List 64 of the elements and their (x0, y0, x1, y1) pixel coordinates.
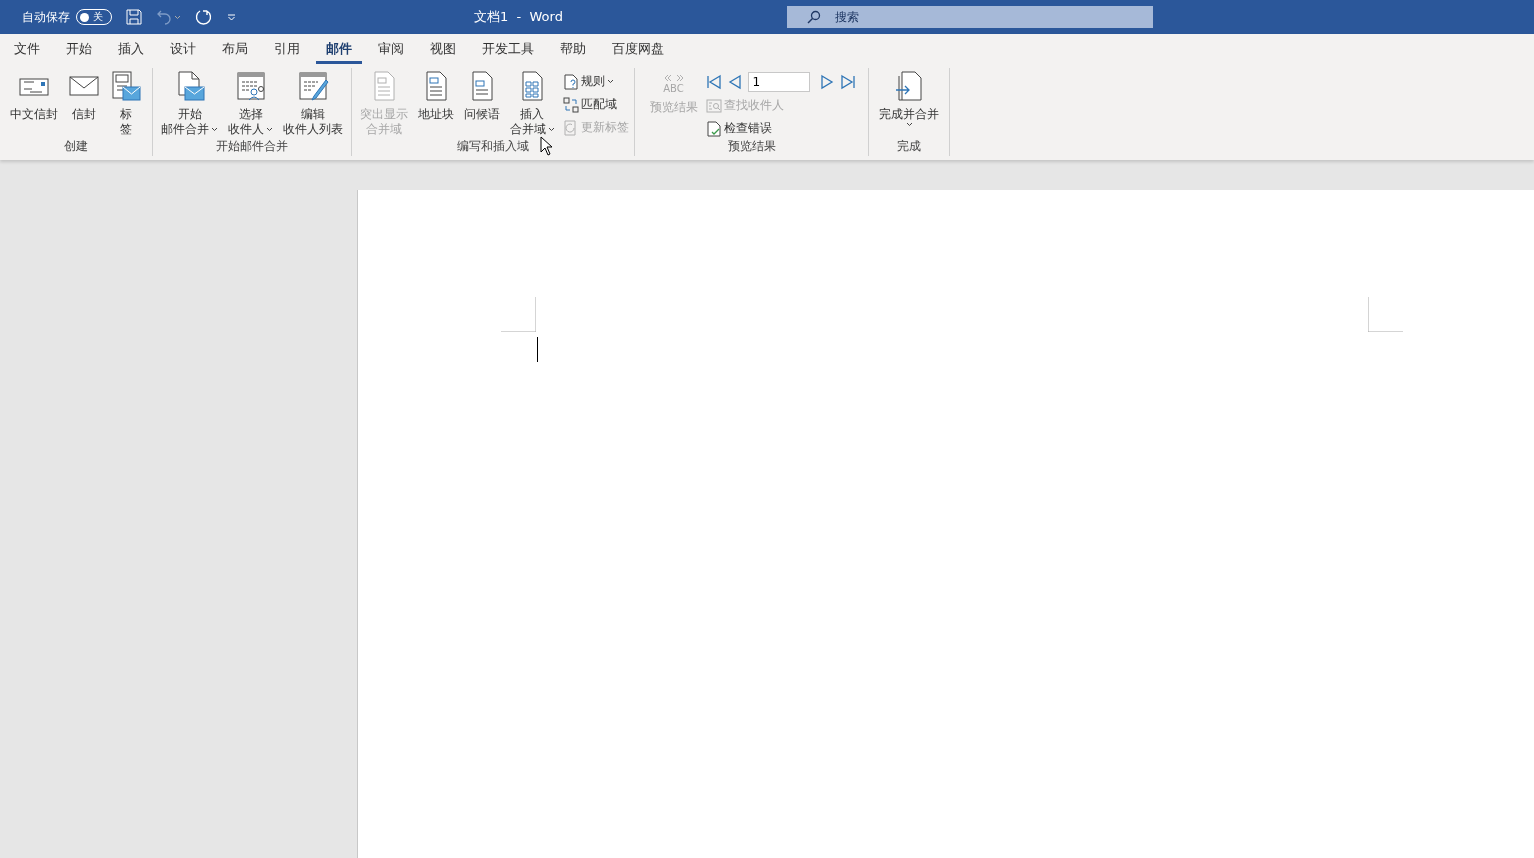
ribbon-tab[interactable]: 开始 (56, 34, 102, 64)
search-field[interactable]: 搜索 (787, 6, 1153, 28)
redo-button[interactable] (195, 8, 213, 26)
search-list-icon (705, 97, 722, 114)
ribbon-button[interactable]: 中文信封 (8, 68, 60, 138)
ribbon-button[interactable]: 编辑 收件人列表 (281, 68, 345, 138)
previous-record-icon (727, 74, 742, 90)
ribbon-tab[interactable]: 视图 (420, 34, 466, 64)
group-label: 开始邮件合并 (216, 139, 288, 153)
ribbon-tab[interactable]: 帮助 (550, 34, 596, 64)
previous-record-button[interactable] (727, 74, 742, 90)
mouse-pointer-icon (540, 136, 554, 156)
text-cursor (537, 337, 538, 362)
customize-icon (227, 13, 236, 21)
last-record-icon (839, 74, 856, 90)
save-icon (126, 9, 142, 25)
ribbon-button[interactable]: 地址块 (415, 68, 456, 138)
margin-corner-mark (1368, 297, 1403, 332)
next-record-icon (819, 74, 834, 90)
ribbon-tab[interactable]: 插入 (108, 34, 154, 64)
record-number-field[interactable]: 1 (747, 72, 810, 92)
ribbon-tab[interactable]: 设计 (160, 34, 206, 64)
group-label: 完成 (897, 139, 921, 153)
list-person-icon (234, 70, 267, 102)
document-question-icon (562, 73, 579, 90)
document-check-icon (705, 120, 722, 137)
autosave-label: 自动保存 (22, 8, 70, 26)
list-pencil-icon (297, 70, 329, 102)
label-sheet-icon (110, 70, 142, 102)
swap-arrows-icon (562, 96, 579, 113)
undo-icon (156, 9, 172, 25)
document-arrow-icon (893, 70, 925, 102)
group-label: 预览结果 (727, 139, 776, 153)
ribbon-tab[interactable]: 引用 (264, 34, 310, 64)
redo-icon (195, 8, 213, 26)
margin-corner-mark (501, 297, 536, 332)
ribbon-button[interactable]: 规则 (562, 72, 629, 91)
ribbon-tab[interactable]: 开发工具 (472, 34, 544, 64)
ribbon-button[interactable]: 信封 (66, 68, 102, 138)
group-label: 创建 (64, 139, 88, 153)
ribbon-button[interactable]: 匹配域 (562, 95, 629, 114)
group-label: 编写和插入域 (457, 139, 529, 153)
first-record-button[interactable] (705, 74, 722, 90)
save-button[interactable] (126, 9, 142, 25)
ribbon-button[interactable]: 标 签 (108, 68, 144, 138)
ribbon-button[interactable]: 开始 邮件合并 (159, 68, 220, 138)
caret-icon (174, 14, 181, 20)
ribbon-tab[interactable]: 文件 (4, 34, 50, 64)
customize-button[interactable] (227, 13, 236, 21)
ribbon-button[interactable]: 完成并合并 (877, 68, 941, 138)
last-record-button[interactable] (839, 74, 856, 90)
ribbon-tab[interactable]: 邮件 (316, 34, 362, 64)
ribbon-button[interactable]: 选择 收件人 (226, 68, 275, 138)
window-title: 文档1 - Word (474, 8, 563, 26)
next-record-button[interactable] (819, 74, 834, 90)
ribbon-tab[interactable]: 百度网盘 (602, 34, 674, 64)
ribbon-tab[interactable]: 审阅 (368, 34, 414, 64)
refresh-document-icon (562, 119, 579, 136)
first-record-icon (705, 74, 722, 90)
search-icon (807, 10, 821, 24)
ribbon-tab[interactable]: 布局 (212, 34, 258, 64)
ribbon-button[interactable]: 插入 合并域 (507, 68, 557, 138)
ribbon-button[interactable]: 问候语 (461, 68, 502, 138)
ribbon-button[interactable]: 检查错误 (705, 119, 856, 138)
